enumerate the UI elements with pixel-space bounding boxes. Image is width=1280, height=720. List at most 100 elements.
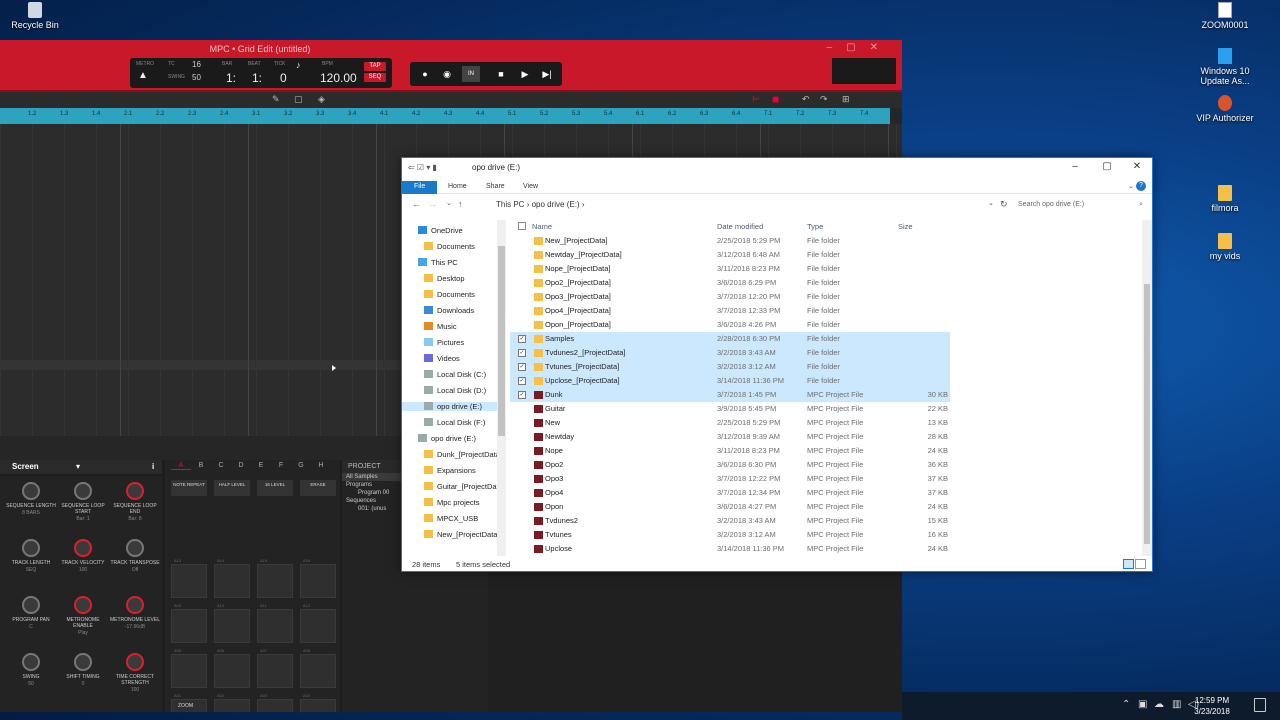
pad-bank-tab-d[interactable]: D <box>231 462 251 469</box>
nav-item-this-pc[interactable]: This PC <box>418 258 458 267</box>
tray-expand-icon[interactable]: ⌃ <box>1122 699 1130 710</box>
table-row[interactable]: Opon_[ProjectData] 3/6/2018 4:26 PM File f… <box>510 318 950 332</box>
knob-sequence-length[interactable]: SEQUENCE LENGTH 8 BARS <box>4 482 58 516</box>
knob-dial[interactable] <box>22 539 40 557</box>
pad[interactable]: A04 <box>300 693 336 712</box>
nav-item-dunk-projectdata-[interactable]: Dunk_[ProjectData] <box>424 450 502 459</box>
table-row[interactable]: Nope 3/11/2018 8:23 PM MPC Project File 24 … <box>510 444 950 458</box>
tab-share[interactable]: Share <box>486 181 505 194</box>
breadcrumb-this-pc[interactable]: This PC <box>496 200 524 209</box>
nav-item-opo-drive-e-[interactable]: opo drive (E:) <box>402 402 498 411</box>
pad[interactable]: A08 <box>300 648 336 688</box>
row-checkbox[interactable]: ✓ <box>518 391 526 399</box>
beat-value[interactable]: 1: <box>252 71 262 85</box>
column-size[interactable]: Size <box>898 222 913 231</box>
nav-item-local-disk-c-[interactable]: Local Disk (C:) <box>424 370 486 379</box>
pad-bank-tab-c[interactable]: C <box>211 462 231 469</box>
nav-item-local-disk-d-[interactable]: Local Disk (D:) <box>424 386 486 395</box>
row-checkbox[interactable]: ✓ <box>518 363 526 371</box>
view-toggle[interactable] <box>1122 559 1148 570</box>
bpm-value[interactable]: 120.00 <box>320 71 357 85</box>
knob-dial[interactable] <box>74 596 92 614</box>
quantize-icon[interactable]: ⊨ <box>752 94 760 105</box>
screen-selector[interactable]: Screen ▾ i <box>0 460 162 474</box>
knob-dial[interactable] <box>126 596 144 614</box>
mute-icon[interactable]: ◼ <box>772 94 779 105</box>
pad[interactable]: A01 ZOOM <box>171 693 207 712</box>
nav-item-documents[interactable]: Documents <box>424 290 475 299</box>
nav-item-music[interactable]: Music <box>424 322 457 331</box>
pad[interactable]: A11 <box>257 603 293 643</box>
zoom-label[interactable]: ZOOM <box>178 703 193 709</box>
column-name[interactable]: Name <box>532 222 552 231</box>
knob-program-pan[interactable]: PROGRAM PAN C <box>4 596 58 630</box>
desktop-icon-my-vids[interactable]: my vids <box>1190 233 1260 261</box>
back-icon[interactable]: ← <box>412 199 421 209</box>
table-row[interactable]: Opo2 3/6/2018 6:30 PM MPC Project File 36 K… <box>510 458 950 472</box>
knob-dial[interactable] <box>22 482 40 500</box>
knob-track-transpose[interactable]: TRACK TRANSPOSE Off <box>108 539 162 573</box>
details-view-icon[interactable] <box>1123 559 1134 569</box>
pad[interactable]: A15 <box>257 558 293 598</box>
nav-item-videos[interactable]: Videos <box>424 354 460 363</box>
info-icon[interactable]: i <box>152 462 154 471</box>
column-type[interactable]: Type <box>807 222 823 231</box>
desktop-icon-filmora[interactable]: filmora <box>1190 185 1260 213</box>
table-row[interactable]: ✓ Samples 2/28/2018 6:30 PM File folder <box>510 332 950 346</box>
tap-button[interactable]: TAP <box>364 62 386 71</box>
pad-button-note-repeat[interactable]: NOTE REPEAT <box>171 480 207 496</box>
maximize-icon[interactable]: ▢ <box>1092 161 1122 172</box>
help-icon[interactable]: ? <box>1136 181 1146 191</box>
network-icon[interactable]: ▥ <box>1172 699 1181 710</box>
overdub-icon[interactable]: ◉ <box>438 66 456 82</box>
tab-view[interactable]: View <box>523 181 538 194</box>
knob-track-velocity[interactable]: TRACK VELOCITY 100 <box>56 539 110 573</box>
nav-item-downloads[interactable]: Downloads <box>424 306 474 315</box>
tablet-icon[interactable]: ▣ <box>1138 699 1147 710</box>
minimize-icon[interactable]: – <box>1060 161 1090 172</box>
table-row[interactable]: ✓ Dunk 3/7/2018 1:45 PM MPC Project File 30 … <box>510 388 950 402</box>
pad[interactable]: A06 <box>214 648 250 688</box>
nav-item-new-projectdata-[interactable]: New_[ProjectData] <box>424 530 500 539</box>
table-row[interactable]: ✓ Tvdunes2_[ProjectData] 3/2/2018 3:43 AM F… <box>510 346 950 360</box>
nav-scroll-thumb[interactable] <box>498 246 505 436</box>
table-row[interactable]: Opon 3/6/2018 4:27 PM MPC Project File 24 K… <box>510 500 950 514</box>
column-date[interactable]: Date modified <box>717 222 763 231</box>
pad-bank-tab-a[interactable]: A <box>171 462 191 470</box>
table-row[interactable]: ✓ Tvtunes_[ProjectData] 3/2/2018 3:12 AM Fi… <box>510 360 950 374</box>
knob-dial[interactable] <box>74 653 92 671</box>
pad[interactable]: A10 <box>214 603 250 643</box>
nav-item-desktop[interactable]: Desktop <box>424 274 465 283</box>
large-icons-view-icon[interactable] <box>1135 559 1146 569</box>
table-row[interactable]: Newtday 3/12/2018 9:39 AM MPC Project File… <box>510 430 950 444</box>
pad-bank-tab-e[interactable]: E <box>251 462 271 469</box>
knob-metronome-enable[interactable]: METRONOME ENABLE Play <box>56 596 110 636</box>
pad[interactable]: A12 <box>300 603 336 643</box>
table-row[interactable]: Newtday_[ProjectData] 3/12/2018 6:48 AM Fi… <box>510 248 950 262</box>
play-start-icon[interactable]: ▶| <box>538 66 556 82</box>
knob-dial[interactable] <box>22 596 40 614</box>
table-row[interactable]: Opo4_[ProjectData] 3/7/2018 12:33 PM File … <box>510 304 950 318</box>
nav-scrollbar[interactable] <box>497 220 506 556</box>
cloud-icon[interactable]: ☁ <box>1154 699 1164 710</box>
eraser-icon[interactable]: ◈ <box>318 94 325 105</box>
table-row[interactable]: New 2/25/2018 5:29 PM MPC Project File 13 K… <box>510 416 950 430</box>
table-row[interactable]: Nope_[ProjectData] 3/11/2018 8:23 PM File … <box>510 262 950 276</box>
recent-icon[interactable]: ⌄ <box>446 199 452 207</box>
table-row[interactable]: New_[ProjectData] 2/25/2018 5:29 PM File f… <box>510 234 950 248</box>
metronome-icon[interactable]: ▲ <box>138 70 148 81</box>
knob-metronome-level[interactable]: METRONOME LEVEL -17.66dB <box>108 596 162 630</box>
pad-bank-tab-f[interactable]: F <box>271 462 291 469</box>
search-input[interactable]: Search opo drive (E:) ⌕ <box>1013 198 1147 212</box>
knob-dial[interactable] <box>126 539 144 557</box>
pad[interactable]: A14 <box>214 558 250 598</box>
table-row[interactable]: Opo4 3/7/2018 12:34 PM MPC Project File 37 … <box>510 486 950 500</box>
table-row[interactable]: Guitar 3/9/2018 5:45 PM MPC Project File 22… <box>510 402 950 416</box>
breadcrumb-drive[interactable]: opo drive (E:) <box>532 200 580 209</box>
pad-button-half-level[interactable]: HALF LEVEL <box>214 480 250 496</box>
knob-time-correct-strength[interactable]: TIME CORRECT STRENGTH 100 <box>108 653 162 693</box>
knob-dial[interactable] <box>126 482 144 500</box>
pad[interactable]: A02 <box>214 693 250 712</box>
stop-icon[interactable]: ■ <box>492 66 510 82</box>
pencil-icon[interactable]: ✎ <box>272 94 280 105</box>
